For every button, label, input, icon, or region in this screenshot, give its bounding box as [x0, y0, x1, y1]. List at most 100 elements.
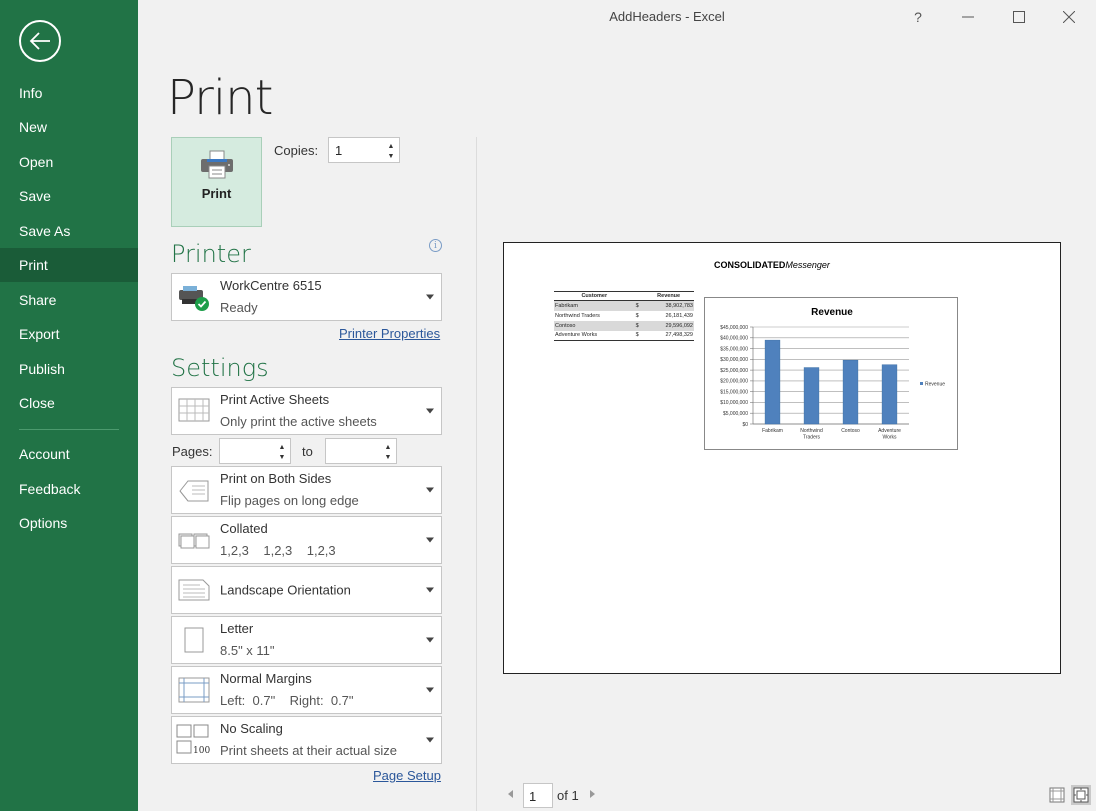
orientation-title: Landscape Orientation — [220, 582, 351, 598]
sidebar-item-close[interactable]: Close — [0, 386, 138, 420]
y-tick-label: $20,000,000 — [720, 379, 748, 385]
sidebar-item-save[interactable]: Save — [0, 179, 138, 213]
sidebar-item-export[interactable]: Export — [0, 317, 138, 351]
info-icon[interactable]: i — [429, 239, 442, 252]
bar — [803, 367, 820, 425]
zoom-to-page-button[interactable] — [1071, 785, 1091, 805]
copies-value: 1 — [335, 143, 343, 158]
minimize-icon — [962, 16, 974, 18]
sides-dropdown[interactable]: Print on Both Sides Flip pages on long e… — [171, 466, 442, 514]
revenue-chart-svg: Revenue $0 $5,000,000 $10,000,000 $15,000,00… — [720, 307, 945, 441]
table-cell-customer: Northwind Traders — [555, 312, 600, 319]
scaling-dropdown[interactable]: 100 No Scaling Print sheets at their act… — [171, 716, 442, 764]
table-row: Contoso $29,596,092 — [554, 320, 694, 331]
print-what-title: Print Active Sheets — [220, 392, 330, 407]
y-tick-label: $35,000,000 — [720, 346, 748, 352]
sidebar-item-publish[interactable]: Publish — [0, 352, 138, 386]
x-tick-label: Adventure — [878, 428, 901, 434]
sidebar-divider — [19, 429, 119, 430]
table-header-customer: Customer — [554, 291, 635, 301]
help-button[interactable]: ? — [903, 4, 933, 30]
sidebar-item-info[interactable]: Info — [0, 76, 138, 110]
chevron-down-icon — [426, 587, 434, 593]
page-number-input[interactable]: 1 — [523, 783, 553, 808]
print-button-label: Print — [201, 186, 232, 201]
copies-decrement[interactable]: ▼ — [386, 151, 396, 161]
settings-heading: Settings — [171, 354, 269, 382]
duplex-icon — [176, 473, 212, 507]
chevron-down-icon — [426, 537, 434, 543]
pages-to-increment[interactable]: ▲ — [383, 442, 393, 452]
chevron-down-icon — [426, 687, 434, 693]
sidebar-item-options[interactable]: Options — [0, 506, 138, 540]
sidebar-item-share[interactable]: Share — [0, 283, 138, 317]
preview-data-table: Customer Revenue Fabrikam $38,902,783 Nor… — [554, 291, 694, 341]
printer-properties-link[interactable]: Printer Properties — [339, 326, 440, 341]
margins-title: Normal Margins — [220, 671, 312, 686]
pages-from-increment[interactable]: ▲ — [277, 442, 287, 452]
next-page-icon[interactable] — [590, 790, 595, 798]
back-arrow-icon — [29, 32, 50, 50]
minimize-button[interactable] — [953, 4, 983, 30]
page-setup-link[interactable]: Page Setup — [373, 768, 441, 783]
y-tick-label: $5,000,000 — [723, 411, 748, 417]
sidebar-item-account[interactable]: Account — [0, 437, 138, 471]
collation-dropdown[interactable]: Collated 1,2,3 1,2,3 1,2,3 — [171, 516, 442, 564]
maximize-icon — [1013, 11, 1025, 23]
bar — [842, 359, 859, 425]
sidebar-item-new[interactable]: New — [0, 110, 138, 144]
chevron-down-icon — [426, 408, 434, 414]
sidebar-item-save-as[interactable]: Save As — [0, 214, 138, 248]
previous-page-icon[interactable] — [508, 790, 513, 798]
sidebar-item-feedback[interactable]: Feedback — [0, 472, 138, 506]
pages-from-input[interactable]: ▲ ▼ — [219, 438, 291, 464]
preview-header-bold: CONSOLIDATED — [714, 260, 786, 270]
y-tick-label: $15,000,000 — [720, 389, 748, 395]
copies-increment[interactable]: ▲ — [386, 141, 396, 151]
back-button[interactable] — [19, 20, 61, 62]
y-tick-label: $10,000,000 — [720, 400, 748, 406]
print-what-dropdown[interactable]: Print Active Sheets Only print the activ… — [171, 387, 442, 435]
table-cell-currency: $ — [635, 312, 639, 319]
sides-title: Print on Both Sides — [220, 471, 332, 486]
maximize-button[interactable] — [1004, 4, 1034, 30]
sidebar-item-print[interactable]: Print — [0, 248, 138, 282]
collation-title: Collated — [220, 521, 268, 536]
y-tick-label: $30,000,000 — [720, 357, 748, 363]
title-bar: AddHeaders - Excel ? — [138, 0, 1096, 34]
to-label: to — [302, 444, 313, 459]
table-cell-revenue: 26,181,439 — [665, 312, 693, 319]
table-header-revenue: Revenue — [643, 291, 694, 301]
margins-dropdown[interactable]: Normal Margins Left: 0.7" Right: 0.7" — [171, 666, 442, 714]
pages-to-input[interactable]: ▲ ▼ — [325, 438, 397, 464]
legend-swatch — [920, 382, 923, 385]
chevron-down-icon — [426, 294, 434, 300]
table-cell-customer: Contoso — [554, 320, 635, 331]
copies-input[interactable]: 1 ▲ ▼ — [328, 137, 400, 163]
printer-dropdown[interactable]: WorkCentre 6515 Ready — [171, 273, 442, 321]
table-row: Northwind Traders $26,181,439 — [554, 311, 694, 321]
preview-header: CONSOLIDATEDMessenger — [714, 260, 830, 270]
printer-name: WorkCentre 6515 — [220, 278, 322, 293]
orientation-dropdown[interactable]: Landscape Orientation — [171, 566, 442, 614]
pages-label: Pages: — [172, 444, 213, 459]
sidebar-item-open[interactable]: Open — [0, 145, 138, 179]
panel-divider — [476, 137, 477, 811]
print-button[interactable]: Print — [171, 137, 262, 227]
show-margins-button[interactable] — [1047, 785, 1067, 805]
printer-heading: Printer — [171, 240, 251, 268]
x-tick-label: Traders — [803, 435, 821, 441]
pages-from-decrement[interactable]: ▼ — [277, 452, 287, 462]
scaling-icon-text: 100 — [193, 746, 210, 756]
y-tick-label: $45,000,000 — [720, 325, 748, 331]
table-cell-revenue: 29,596,092 — [643, 320, 694, 331]
chevron-down-icon — [426, 637, 434, 643]
close-button[interactable] — [1054, 4, 1084, 30]
pages-to-decrement[interactable]: ▼ — [383, 452, 393, 462]
x-tick-label: Contoso — [841, 428, 860, 434]
paper-size-dropdown[interactable]: Letter 8.5" x 11" — [171, 616, 442, 664]
printer-ready-icon — [176, 280, 212, 314]
x-tick-label: Works — [882, 435, 897, 441]
x-tick-label: Fabrikam — [762, 428, 783, 434]
bar — [764, 339, 781, 425]
